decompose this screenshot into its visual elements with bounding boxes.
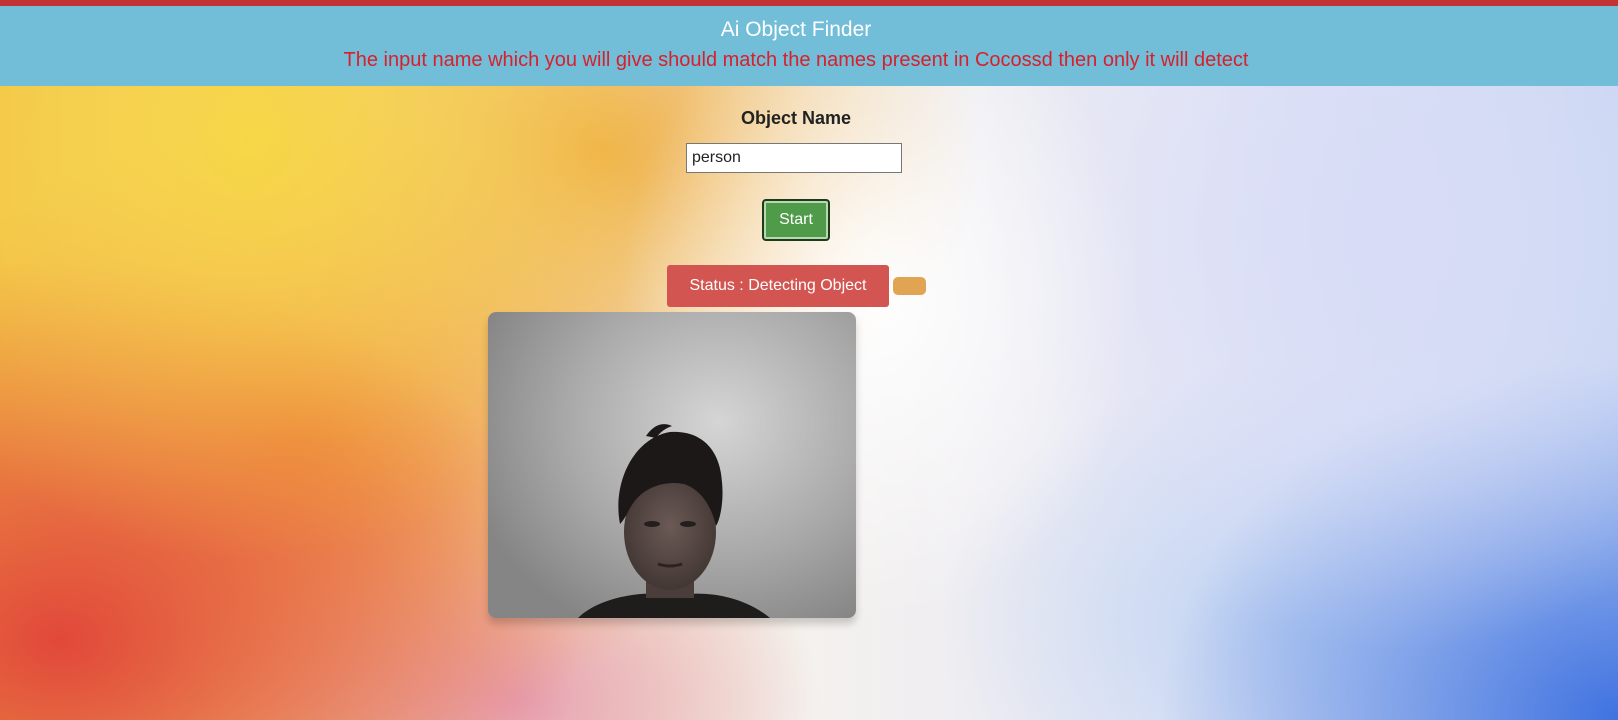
status-badge: Status : Detecting Object [667, 265, 889, 307]
object-name-label: Object Name [740, 108, 852, 128]
page: Ai Object Finder The input name which yo… [0, 0, 1618, 720]
header: Ai Object Finder The input name which yo… [0, 6, 1618, 86]
instruction-note: The input name which you will give shoul… [343, 49, 1249, 71]
webcam-person-image [578, 424, 770, 618]
start-button[interactable]: Start [762, 199, 830, 241]
webcam-video [488, 312, 856, 618]
object-name-input[interactable] [686, 143, 902, 173]
page-title: Ai Object Finder [720, 18, 872, 41]
status-indicator [893, 277, 926, 295]
